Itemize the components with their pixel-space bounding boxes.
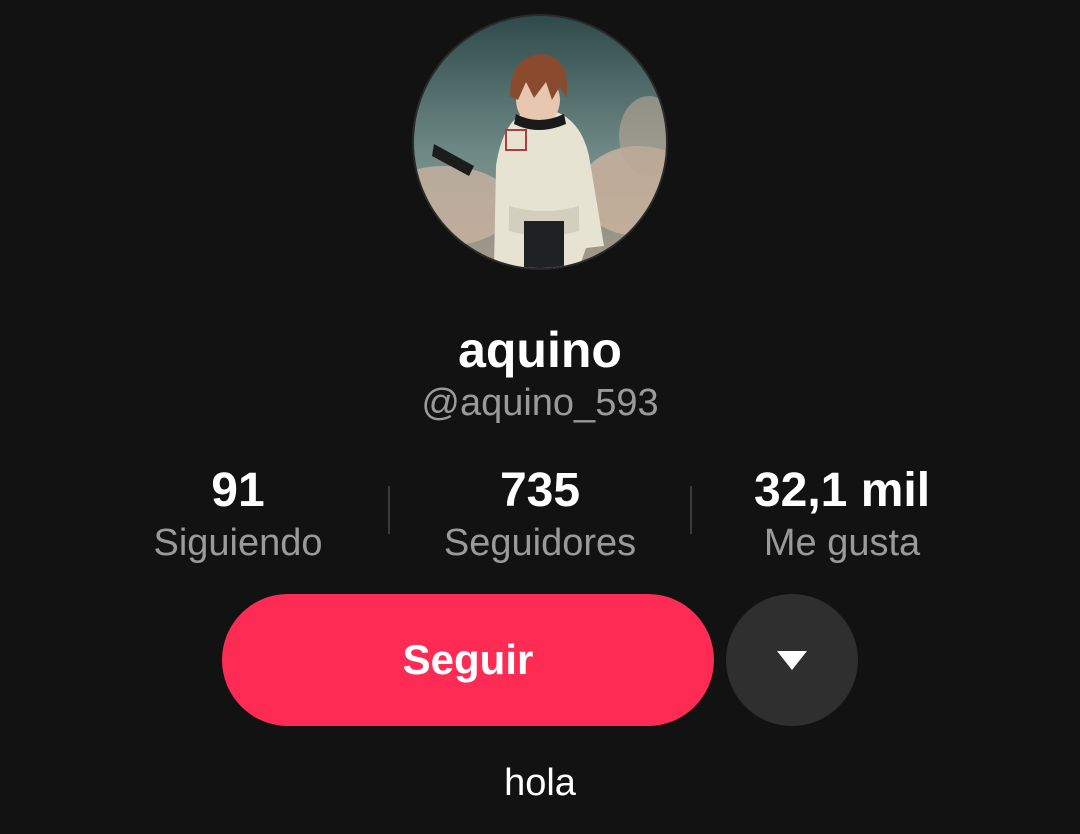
- stat-following[interactable]: 91 Siguiendo: [88, 462, 388, 566]
- stat-following-label: Siguiendo: [153, 522, 323, 564]
- display-name: aquino: [458, 322, 622, 378]
- profile-avatar[interactable]: [414, 16, 666, 268]
- stat-likes[interactable]: 32,1 mil Me gusta: [692, 462, 992, 566]
- stat-followers-label: Seguidores: [443, 522, 637, 564]
- stat-followers-value: 735: [499, 464, 581, 517]
- avatar-illustration: [414, 16, 666, 268]
- follow-button[interactable]: Seguir: [222, 594, 714, 726]
- username: @aquino_593: [421, 382, 659, 424]
- stat-likes-label: Me gusta: [763, 522, 921, 564]
- stat-likes-value: 32,1 mil: [753, 464, 931, 517]
- chevron-down-icon: [777, 651, 807, 670]
- stat-following-value: 91: [211, 464, 265, 517]
- stat-followers[interactable]: 735 Seguidores: [390, 462, 690, 566]
- bio-text: hola: [504, 762, 576, 804]
- more-options-button[interactable]: [726, 594, 858, 726]
